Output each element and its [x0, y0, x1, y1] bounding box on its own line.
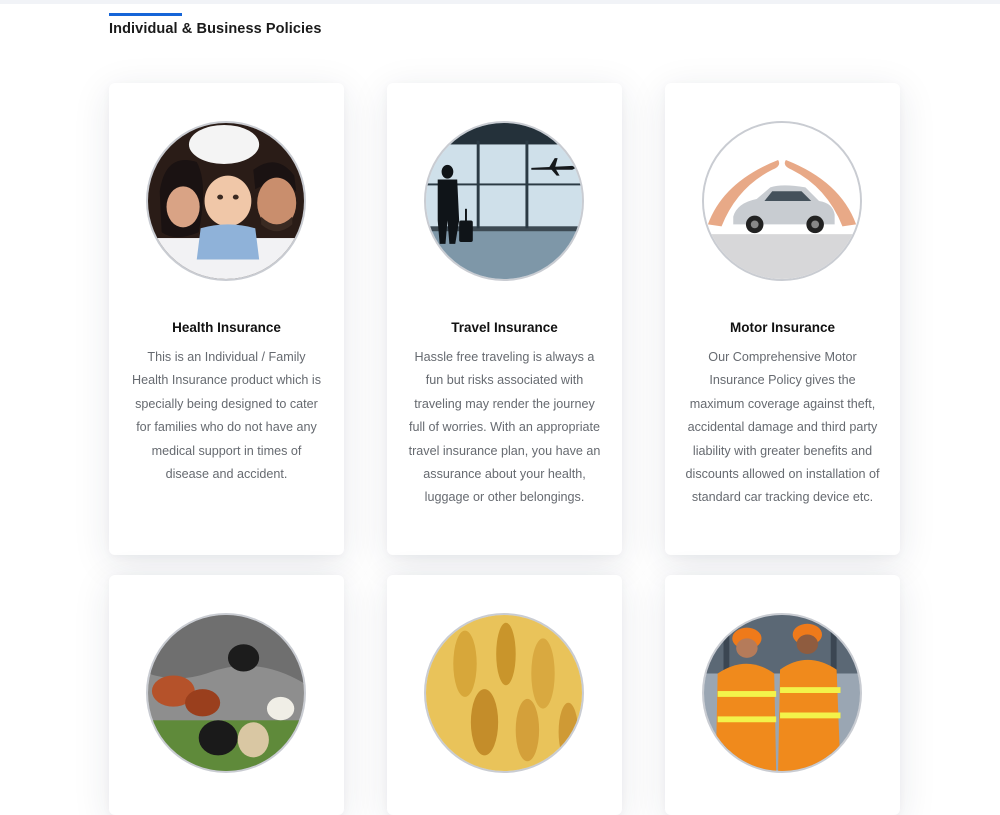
health-insurance-card[interactable]: Health Insurance This is an Individual /…: [109, 83, 344, 555]
livestock-photo: [146, 613, 306, 773]
card-title: Health Insurance: [172, 320, 281, 335]
travel-insurance-card[interactable]: Travel Insurance Hassle free traveling i…: [387, 83, 622, 555]
card-description: This is an Individual / Family Health In…: [131, 350, 321, 482]
card-title: Motor Insurance: [729, 320, 835, 335]
card-title: Travel Insurance: [451, 320, 558, 335]
section-accent-bar: [109, 13, 182, 16]
motor-insurance-card[interactable]: Motor Insurance Our Comprehensive Motor …: [665, 83, 900, 555]
section-title: Individual & Business Policies: [109, 21, 322, 37]
family-photo: [146, 121, 306, 281]
car-protected-hands-photo: [702, 121, 862, 281]
card-description: Our Comprehensive Motor Insurance Policy…: [685, 350, 880, 505]
card-description: Hassle free traveling is always a fun bu…: [408, 350, 601, 505]
traveler-airport-photo: [424, 121, 584, 281]
wheat-crop-photo: [424, 613, 584, 773]
engineers-photo: [702, 613, 862, 773]
engineering-insurance-card[interactable]: [665, 575, 900, 815]
top-strip: [0, 0, 1000, 4]
livestock-insurance-card[interactable]: [109, 575, 344, 815]
crop-insurance-card[interactable]: [387, 575, 622, 815]
